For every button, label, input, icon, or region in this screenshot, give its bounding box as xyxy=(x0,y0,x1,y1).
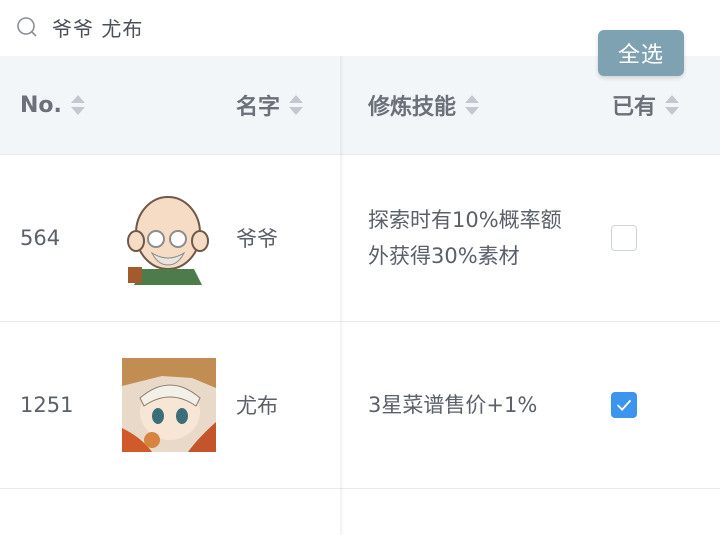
column-header-skill[interactable]: 修炼技能 xyxy=(368,56,480,154)
youbu-avatar-icon xyxy=(122,358,216,452)
owned-checkbox[interactable] xyxy=(611,225,637,251)
search-icon xyxy=(17,17,37,37)
row-number: 1251 xyxy=(20,393,74,417)
column-header-skill-label: 修炼技能 xyxy=(368,95,457,120)
checkmark-icon xyxy=(616,399,632,411)
skill-description: 3星菜谱售价+1% xyxy=(368,393,538,417)
column-divider xyxy=(340,56,344,535)
column-header-name[interactable]: 名字 xyxy=(236,56,304,154)
row-number: 564 xyxy=(20,226,61,250)
sort-icon[interactable] xyxy=(664,93,680,117)
column-header-no-label: No. xyxy=(20,92,62,118)
column-header-no[interactable]: No. xyxy=(20,56,86,154)
character-name: 爷爷 xyxy=(236,227,278,251)
sort-icon[interactable] xyxy=(70,93,86,117)
sort-icon[interactable] xyxy=(464,93,480,117)
search-input[interactable]: 爷爷 尤布 xyxy=(52,13,143,42)
table-row[interactable]: 1251 尤布 3星菜谱售价+1% xyxy=(0,322,720,489)
column-header-name-label: 名字 xyxy=(236,95,281,120)
grandpa-avatar-icon xyxy=(122,191,216,285)
table-row-empty xyxy=(0,489,720,535)
owned-checkbox[interactable] xyxy=(611,392,637,418)
column-header-owned-label: 已有 xyxy=(612,95,657,120)
select-all-button[interactable]: 全选 xyxy=(598,30,684,76)
sort-icon[interactable] xyxy=(288,93,304,117)
skill-description: 探索时有10%概率额外获得30%素材 xyxy=(368,208,562,268)
table-row[interactable]: 564 爷爷 探索时有10%概率额外获得30%素材 xyxy=(0,155,720,322)
character-name: 尤布 xyxy=(236,394,278,418)
